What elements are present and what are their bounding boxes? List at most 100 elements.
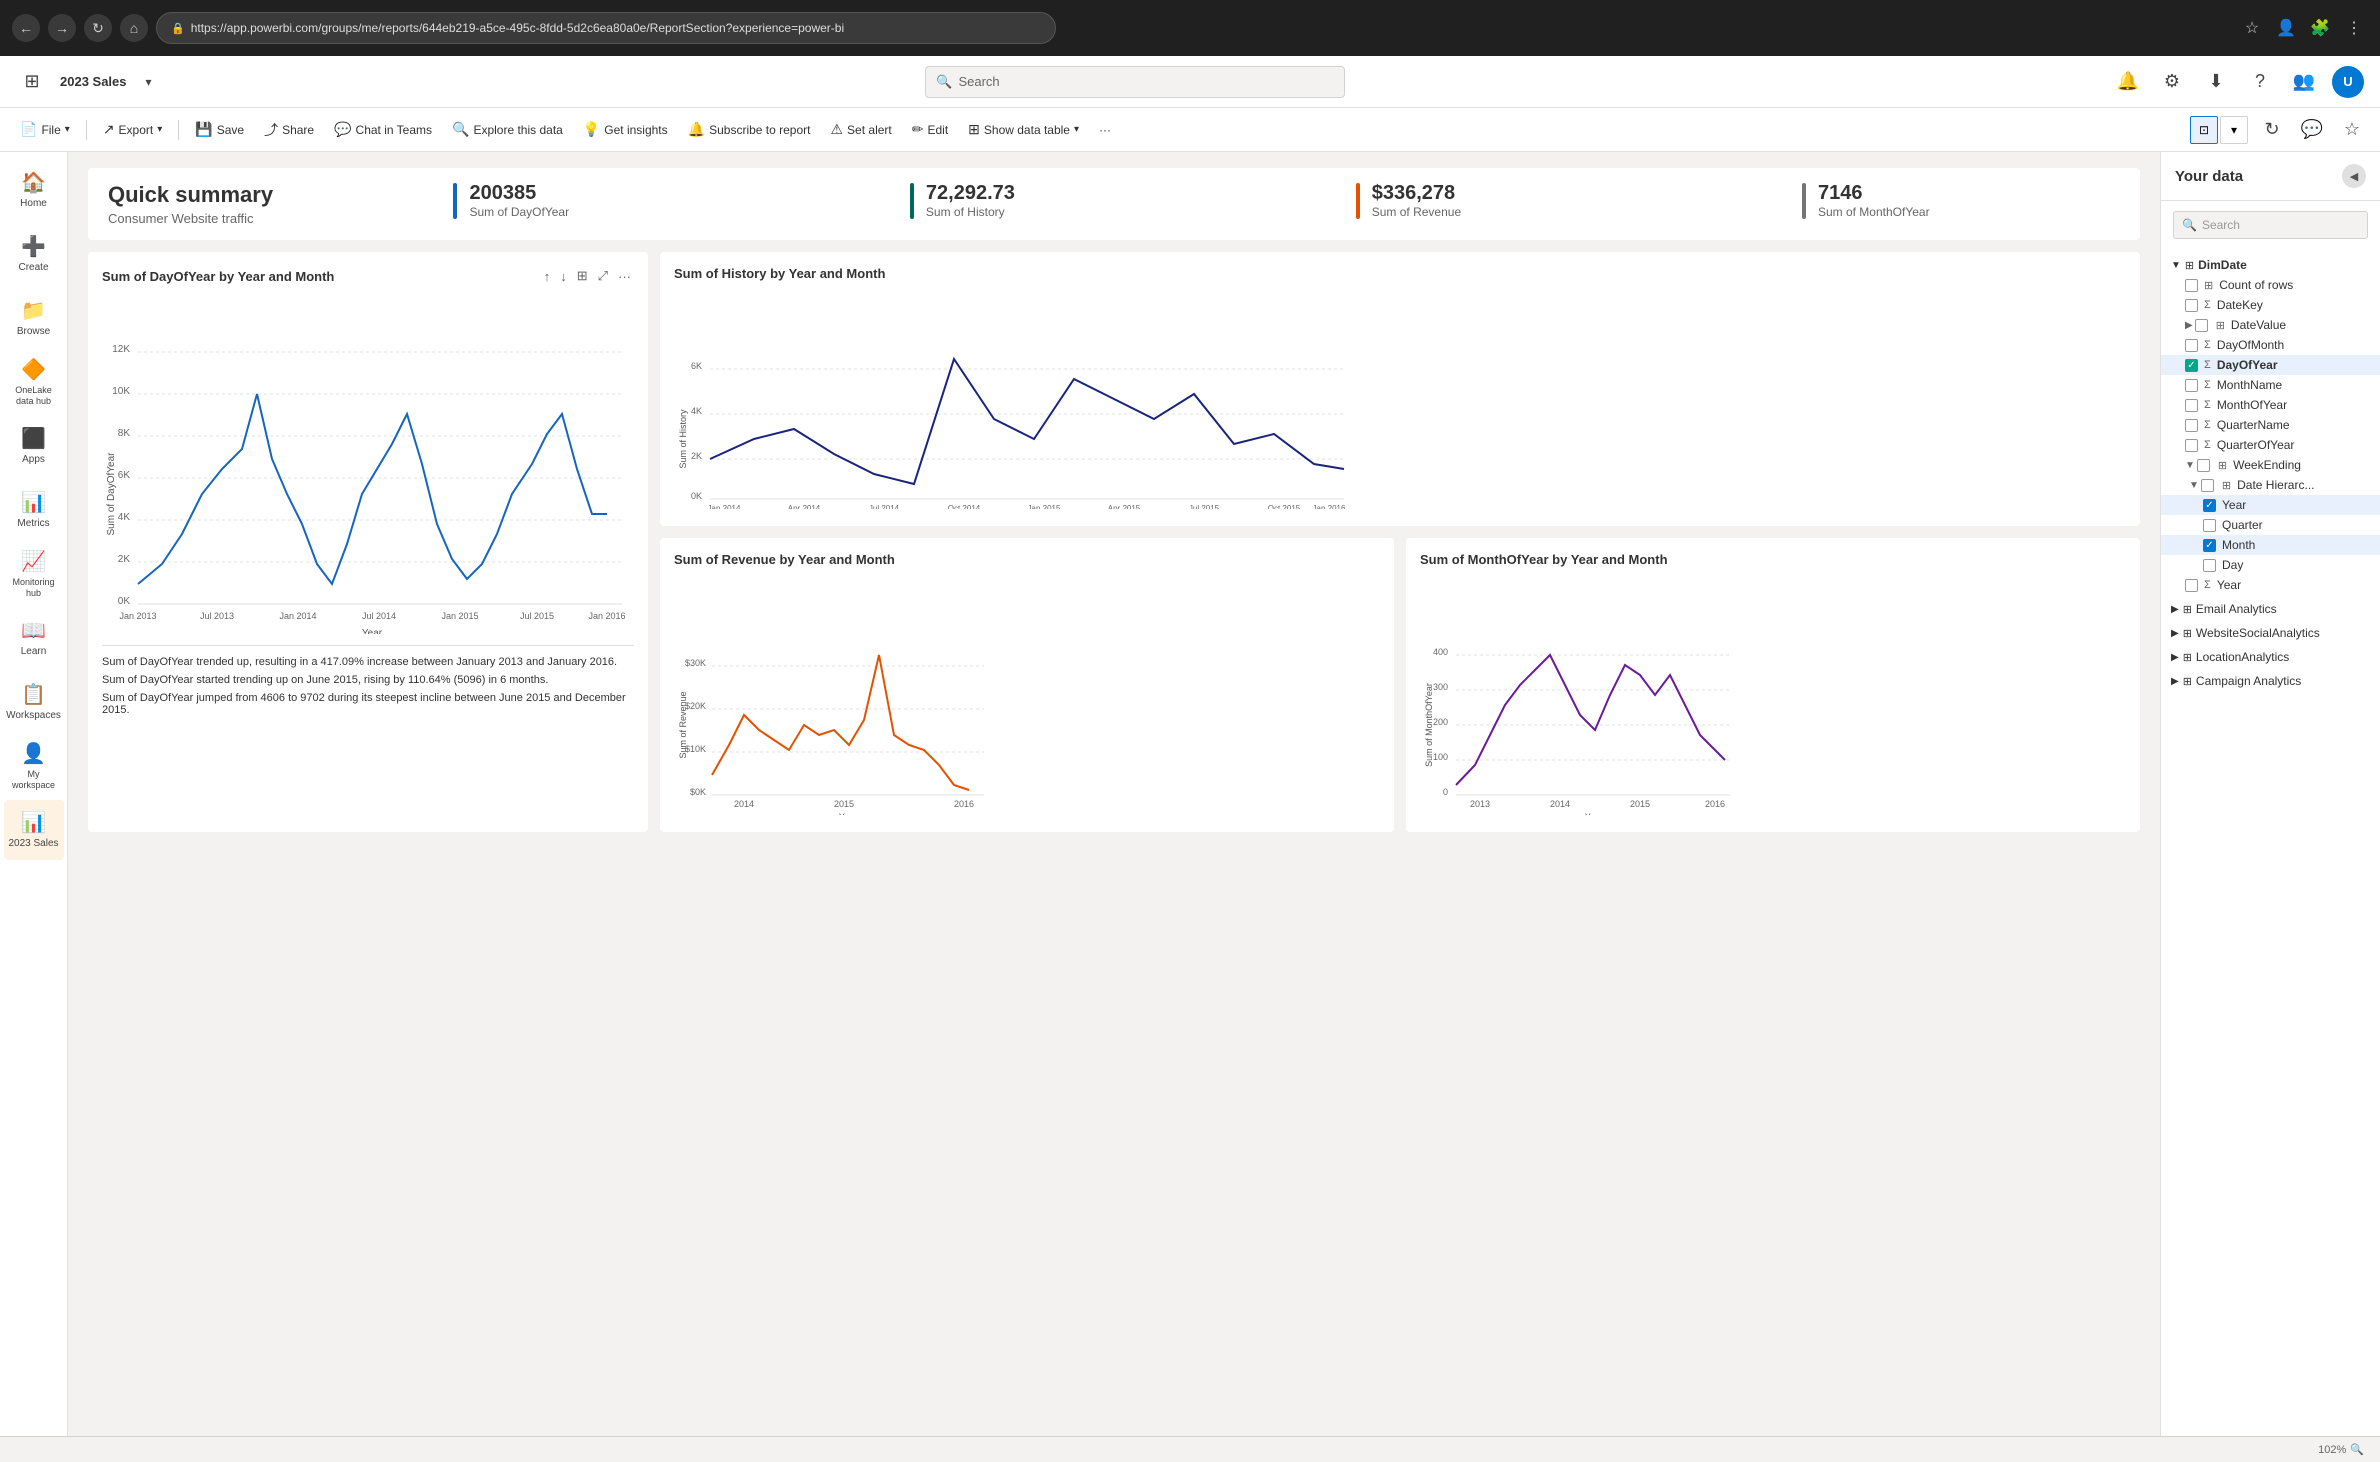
checkbox-monthname[interactable] xyxy=(2185,379,2198,392)
filter-datekey[interactable]: Σ DateKey xyxy=(2161,295,2380,315)
app-title-dropdown[interactable]: ▾ xyxy=(139,66,159,98)
chart1-focus[interactable]: ⤢ xyxy=(595,266,611,286)
sidebar-item-metrics[interactable]: 📊 Metrics xyxy=(4,480,64,540)
browser-back-button[interactable]: ← xyxy=(12,14,40,42)
download-button[interactable]: ⬇ xyxy=(2200,66,2232,98)
browser-forward-button[interactable]: → xyxy=(48,14,76,42)
filter-dayofyear[interactable]: ✓ Σ DayOfYear xyxy=(2161,355,2380,375)
sidebar-item-my-workspace[interactable]: 👤 Myworkspace xyxy=(4,736,64,796)
chart1-sort-desc[interactable]: ↓ xyxy=(557,266,570,286)
filter-dayofmonth[interactable]: Σ DayOfMonth xyxy=(2161,335,2380,355)
checkbox-weekending[interactable] xyxy=(2197,459,2210,472)
filter-section-email-header[interactable]: ▶ ⊞ Email Analytics xyxy=(2161,599,2380,619)
kpi-bar-dayofyear xyxy=(453,183,457,219)
sidebar-item-browse[interactable]: 📁 Browse xyxy=(4,288,64,348)
show-data-table-button[interactable]: ⊞ Show data table ▾ xyxy=(960,114,1087,146)
view-dropdown-button[interactable]: ▾ xyxy=(2220,116,2248,144)
sidebar-item-apps[interactable]: ⬛ Apps xyxy=(4,416,64,476)
checkbox-date-hierarchy[interactable] xyxy=(2201,479,2214,492)
filter-quarterofyear[interactable]: Σ QuarterOfYear xyxy=(2161,435,2380,455)
checkbox-quartername[interactable] xyxy=(2185,419,2198,432)
browser-more-button[interactable]: ⋮ xyxy=(2340,14,2368,42)
bookmark-button[interactable]: ☆ xyxy=(2336,114,2368,146)
apps-icon: ⬛ xyxy=(21,426,46,451)
browser-refresh-button[interactable]: ↻ xyxy=(84,14,112,42)
my-workspace-icon: 👤 xyxy=(21,741,46,766)
filter-datevalue[interactable]: ▶ ⊞ DateValue xyxy=(2161,315,2380,335)
checkbox-quarter[interactable] xyxy=(2203,519,2216,532)
file-button[interactable]: 📄 File ▾ xyxy=(12,114,78,146)
comment-button[interactable]: 💬 xyxy=(2296,114,2328,146)
sidebar-item-learn[interactable]: 📖 Learn xyxy=(4,608,64,668)
share-report-button[interactable]: ⤴ Share xyxy=(256,114,322,146)
view-normal-button[interactable]: ⊡ xyxy=(2190,116,2218,144)
refresh-button[interactable]: ↻ xyxy=(2256,114,2288,146)
sidebar-item-onelake[interactable]: 🔶 OneLakedata hub xyxy=(4,352,64,412)
subscribe-button[interactable]: 🔔 Subscribe to report xyxy=(680,114,819,146)
share-label: Share xyxy=(282,123,314,137)
filter-section-dimdate-header[interactable]: ▼ ⊞ DimDate xyxy=(2161,255,2380,275)
settings-button[interactable]: ⚙ xyxy=(2156,66,2188,98)
filter-month[interactable]: ✓ Month xyxy=(2161,535,2380,555)
checkbox-count-rows[interactable] xyxy=(2185,279,2198,292)
checkbox-datevalue[interactable] xyxy=(2195,319,2208,332)
checkbox-monthofyear[interactable] xyxy=(2185,399,2198,412)
filter-year[interactable]: ✓ Year xyxy=(2161,495,2380,515)
global-search-box[interactable]: 🔍 Search xyxy=(925,66,1345,98)
svg-text:6K: 6K xyxy=(691,361,702,371)
svg-text:2016: 2016 xyxy=(954,799,974,809)
checkbox-year-bottom[interactable] xyxy=(2185,579,2198,592)
filter-count-of-rows[interactable]: ⊞ Count of rows xyxy=(2161,275,2380,295)
sidebar-item-monitoring[interactable]: 📈 Monitoringhub xyxy=(4,544,64,604)
export-button[interactable]: ↗ Export ▾ xyxy=(95,114,170,146)
filter-section-website-header[interactable]: ▶ ⊞ WebsiteSocialAnalytics xyxy=(2161,623,2380,643)
explore-label: Explore this data xyxy=(473,123,562,137)
checkbox-year[interactable]: ✓ xyxy=(2203,499,2216,512)
filter-quartername[interactable]: Σ QuarterName xyxy=(2161,415,2380,435)
filters-search-box[interactable]: 🔍 Search xyxy=(2173,211,2368,239)
user-avatar[interactable]: U xyxy=(2332,66,2364,98)
checkbox-month[interactable]: ✓ xyxy=(2203,539,2216,552)
filter-monthname[interactable]: Σ MonthName xyxy=(2161,375,2380,395)
checkbox-dayofyear[interactable]: ✓ xyxy=(2185,359,2198,372)
browser-home-button[interactable]: ⌂ xyxy=(120,14,148,42)
filter-section-location-header[interactable]: ▶ ⊞ LocationAnalytics xyxy=(2161,647,2380,667)
browser-star-button[interactable]: ☆ xyxy=(2238,14,2266,42)
set-alert-button[interactable]: ⚠ Set alert xyxy=(822,114,899,146)
chat-in-teams-button[interactable]: 💬 Chat in Teams xyxy=(326,114,440,146)
filter-day[interactable]: Day xyxy=(2161,555,2380,575)
checkbox-quarterofyear[interactable] xyxy=(2185,439,2198,452)
sidebar-item-workspaces[interactable]: 📋 Workspaces xyxy=(4,672,64,732)
top-toolbar: ⊞ 2023 Sales ▾ 🔍 Search 🔔 ⚙ ⬇ ? 👥 U xyxy=(0,56,2380,108)
filter-quarter[interactable]: Quarter xyxy=(2161,515,2380,535)
get-insights-button[interactable]: 💡 Get insights xyxy=(575,114,676,146)
chart1-expand[interactable]: ⊞ xyxy=(574,266,591,286)
action-bar: 📄 File ▾ ↗ Export ▾ 💾 Save ⤴ Share 💬 Cha… xyxy=(0,108,2380,152)
share-button[interactable]: 👥 xyxy=(2288,66,2320,98)
chart1-sort-asc[interactable]: ↑ xyxy=(541,266,554,286)
sidebar-item-create[interactable]: ➕ Create xyxy=(4,224,64,284)
save-button[interactable]: 💾 Save xyxy=(187,114,252,146)
filter-year-bottom[interactable]: Σ Year xyxy=(2161,575,2380,595)
browser-url-bar[interactable]: 🔒 https://app.powerbi.com/groups/me/repo… xyxy=(156,12,1056,44)
sidebar-item-current-report[interactable]: 📊 2023 Sales xyxy=(4,800,64,860)
notifications-button[interactable]: 🔔 xyxy=(2112,66,2144,98)
chart1-more[interactable]: ··· xyxy=(615,266,634,286)
filters-collapse-button[interactable]: ◀ xyxy=(2342,164,2366,188)
more-options-button[interactable]: ··· xyxy=(1091,114,1119,146)
checkbox-dayofmonth[interactable] xyxy=(2185,339,2198,352)
help-button[interactable]: ? xyxy=(2244,66,2276,98)
edit-button[interactable]: ✏ Edit xyxy=(904,114,956,146)
checkbox-day[interactable] xyxy=(2203,559,2216,572)
sidebar-item-home[interactable]: 🏠 Home xyxy=(4,160,64,220)
svg-text:$0K: $0K xyxy=(690,787,706,797)
browser-profile-button[interactable]: 👤 xyxy=(2272,14,2300,42)
filter-date-hierarchy[interactable]: ▼ ⊞ Date Hierarc... xyxy=(2161,475,2380,495)
filter-monthofyear[interactable]: Σ MonthOfYear xyxy=(2161,395,2380,415)
filter-weekending[interactable]: ▼ ⊞ WeekEnding xyxy=(2161,455,2380,475)
browser-extensions-button[interactable]: 🧩 xyxy=(2306,14,2334,42)
apps-grid-button[interactable]: ⊞ xyxy=(16,66,48,98)
filter-section-campaign-header[interactable]: ▶ ⊞ Campaign Analytics xyxy=(2161,671,2380,691)
checkbox-datekey[interactable] xyxy=(2185,299,2198,312)
explore-data-button[interactable]: 🔍 Explore this data xyxy=(444,114,571,146)
